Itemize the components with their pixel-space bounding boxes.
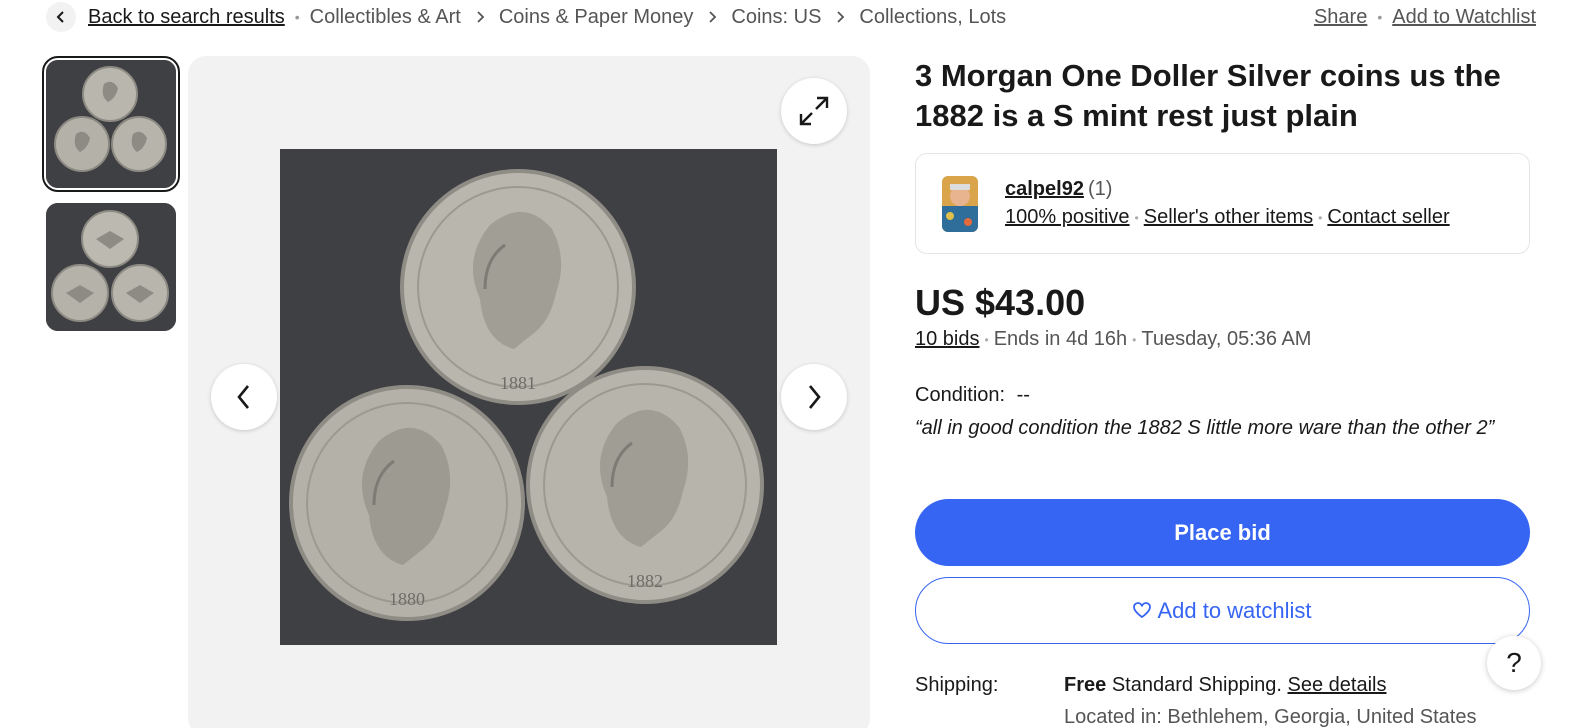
bid-info-row: 10 bids • Ends in 4d 16h • Tuesday, 05:3… xyxy=(915,328,1311,351)
shipping-value: Free Standard Shipping. See details xyxy=(1064,674,1386,697)
image-gallery: 1881 1880 1882 xyxy=(188,56,870,728)
seller-notes-quote: “all in good condition the 1882 S little… xyxy=(915,417,1495,439)
place-bid-button[interactable]: Place bid xyxy=(915,499,1530,566)
listing-title: 3 Morgan One Doller Silver coins us the … xyxy=(915,58,1501,133)
next-image-button[interactable] xyxy=(781,364,847,430)
expand-image-button[interactable] xyxy=(781,78,847,144)
heart-icon xyxy=(1133,602,1152,619)
chevron-left-icon xyxy=(56,11,64,23)
coin-1880: 1880 xyxy=(289,385,525,621)
main-product-image[interactable]: 1881 1880 1882 xyxy=(280,149,777,645)
thumbnail-image xyxy=(46,203,176,331)
add-to-watchlist-button[interactable]: Add to watchlist xyxy=(915,577,1530,644)
coin-1882: 1882 xyxy=(526,366,764,604)
separator-dot: • xyxy=(984,332,989,347)
seller-feedback-count: (1) xyxy=(1087,178,1113,200)
breadcrumb: Back to search results • Collectibles & … xyxy=(46,0,1536,34)
chevron-right-icon xyxy=(808,385,821,409)
add-to-watchlist-label: Add to watchlist xyxy=(1157,597,1312,623)
condition-row: Condition: -- xyxy=(915,384,1030,407)
chevron-right-icon xyxy=(835,10,845,24)
item-location: Located in: Bethlehem, Georgia, United S… xyxy=(1064,706,1477,728)
end-time-text: Tuesday, 05:36 AM xyxy=(1141,328,1312,350)
seller-links: 100% positive • Seller's other items • C… xyxy=(1005,206,1450,229)
coin-year-1880: 1880 xyxy=(389,589,425,609)
coins-photo: 1881 1880 1882 xyxy=(280,149,777,645)
coin-1881: 1881 xyxy=(400,169,636,405)
separator-dot: • xyxy=(1318,210,1323,225)
separator-dot: • xyxy=(294,9,300,25)
contact-seller-link[interactable]: Contact seller xyxy=(1327,206,1449,229)
seller-name-link[interactable]: calpel92 xyxy=(1005,178,1084,200)
separator-dot: • xyxy=(1132,332,1137,347)
coin-year-1881: 1881 xyxy=(500,373,536,393)
thumbnail-2[interactable] xyxy=(46,203,176,331)
thumbnail-1[interactable] xyxy=(42,56,180,192)
chevron-right-icon xyxy=(707,10,717,24)
back-to-search-link[interactable]: Back to search results xyxy=(88,6,285,29)
separator-dot: • xyxy=(1134,210,1139,225)
seller-card: calpel92 (1) 100% positive • Seller's oth… xyxy=(915,153,1530,254)
shipping-label: Shipping: xyxy=(915,674,999,696)
seller-avatar[interactable] xyxy=(942,176,978,232)
avatar-image xyxy=(942,176,978,232)
separator-dot: • xyxy=(1377,9,1383,25)
shipping-free: Free xyxy=(1064,674,1107,696)
ends-in-text: Ends in 4d 16h xyxy=(993,328,1128,350)
breadcrumb-item-collections-lots[interactable]: Collections, Lots xyxy=(859,6,1006,29)
current-price: US $43.00 xyxy=(915,282,1086,323)
breadcrumb-item-coins-us[interactable]: Coins: US xyxy=(731,6,821,29)
place-bid-label: Place bid xyxy=(1174,519,1271,545)
thumbnail-image xyxy=(46,60,176,188)
share-link[interactable]: Share xyxy=(1314,6,1367,29)
add-to-watchlist-link[interactable]: Add to Watchlist xyxy=(1392,6,1536,29)
chevron-right-icon xyxy=(475,10,485,24)
shipping-see-details-link[interactable]: See details xyxy=(1288,674,1387,696)
breadcrumb-item-collectibles[interactable]: Collectibles & Art xyxy=(310,6,461,29)
expand-icon xyxy=(799,96,829,126)
shipping-service: Standard Shipping. xyxy=(1111,674,1282,696)
seller-feedback-link[interactable]: 100% positive xyxy=(1005,206,1130,229)
chevron-left-icon xyxy=(237,385,250,409)
page-actions: Share • Add to Watchlist xyxy=(1314,6,1536,29)
condition-label: Condition: xyxy=(915,384,1006,406)
back-button[interactable] xyxy=(46,2,76,32)
breadcrumb-item-coins-paper-money[interactable]: Coins & Paper Money xyxy=(499,6,694,29)
bids-link[interactable]: 10 bids xyxy=(915,328,980,351)
condition-value: -- xyxy=(1016,384,1030,406)
coin-year-1882: 1882 xyxy=(627,571,663,591)
help-button[interactable]: ? xyxy=(1487,636,1541,690)
help-icon: ? xyxy=(1506,647,1522,678)
seller-other-items-link[interactable]: Seller's other items xyxy=(1144,206,1313,229)
previous-image-button[interactable] xyxy=(211,364,277,430)
seller-name-row: calpel92 (1) xyxy=(1005,178,1112,201)
